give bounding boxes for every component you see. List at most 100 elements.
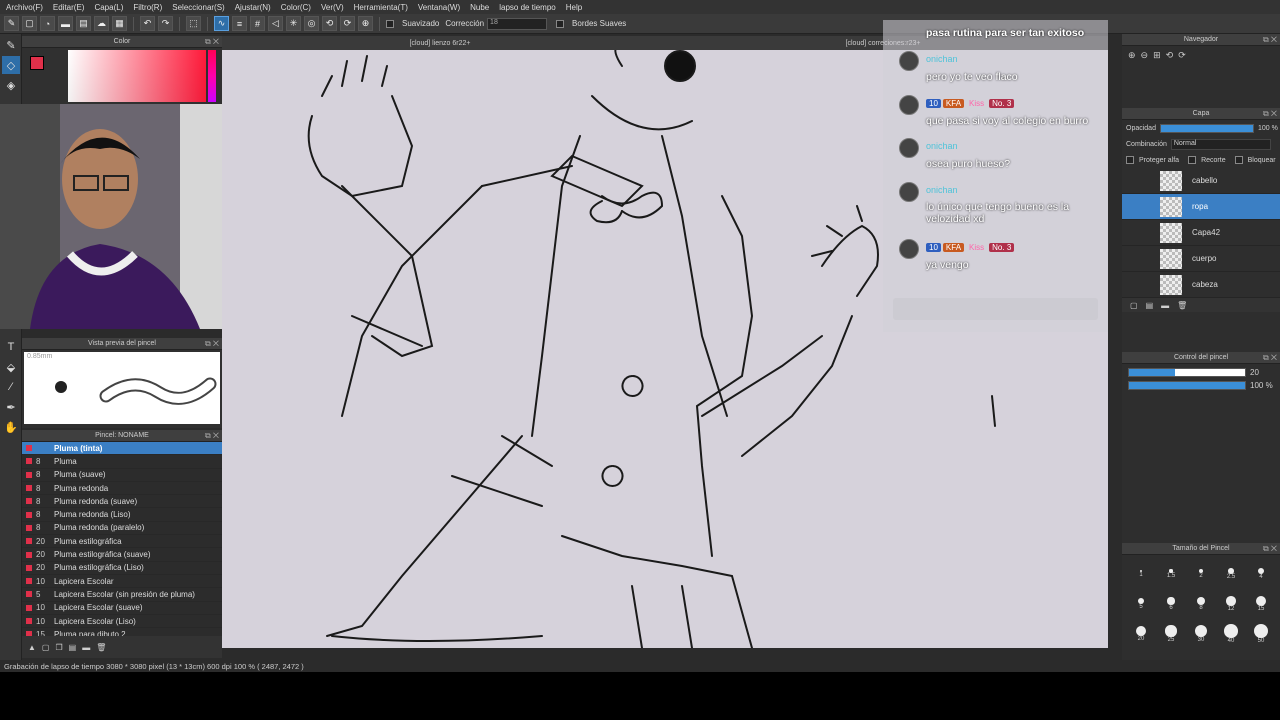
brush-list-item[interactable]: Pluma (tinta) xyxy=(22,442,222,456)
primary-color-swatch[interactable] xyxy=(30,56,44,70)
brush-size-slider[interactable] xyxy=(1128,368,1246,377)
layer-settings-icon[interactable]: ▤ xyxy=(1146,301,1154,310)
rotate-left-icon[interactable]: ⟲ xyxy=(1166,50,1174,104)
print-icon[interactable]: ▤ xyxy=(76,16,91,31)
symmetry-icon[interactable]: ✳ xyxy=(286,16,301,31)
grid-toggle-icon[interactable]: # xyxy=(250,16,265,31)
save-icon[interactable]: ▬ xyxy=(58,16,73,31)
brush-size-preset[interactable]: 1.5 xyxy=(1159,569,1183,579)
brush-list-item[interactable]: 8 Pluma xyxy=(22,455,222,469)
zoom-out-icon[interactable]: ⊖ xyxy=(1141,50,1149,104)
bucket-tool-icon[interactable]: ⬙ xyxy=(2,358,20,376)
select-icon[interactable]: ⬚ xyxy=(186,16,201,31)
undo-icon[interactable]: ↶ xyxy=(140,16,155,31)
settings-icon[interactable]: ▤ xyxy=(69,643,77,652)
new-brush-icon[interactable]: ▢ xyxy=(42,643,50,652)
brush-list-item[interactable]: 20 Pluma estilográfica (suave) xyxy=(22,548,222,562)
menu-item[interactable]: Help xyxy=(566,3,582,12)
brush-size-preset[interactable]: 20 xyxy=(1129,626,1153,642)
pen-tool-icon-2[interactable]: ✒ xyxy=(2,398,20,416)
menu-item[interactable]: Ventana(W) xyxy=(418,3,460,12)
menu-item[interactable]: Capa(L) xyxy=(94,3,123,12)
brush-size-preset[interactable]: 15 xyxy=(1249,595,1273,612)
new-layer-icon[interactable]: ▢ xyxy=(1130,301,1138,310)
circle-ruler-icon[interactable]: ◎ xyxy=(304,16,319,31)
brush-size-preset[interactable]: 2.5 xyxy=(1219,568,1243,580)
brush-list-item[interactable]: 8 Pluma (suave) xyxy=(22,469,222,482)
ruler-icon[interactable]: ≡ xyxy=(232,16,247,31)
brush-list-item[interactable]: 20 Pluma estilográfica xyxy=(22,535,222,549)
layer-row[interactable]: cuerpo xyxy=(1122,246,1280,272)
brush-size-preset[interactable]: 1 xyxy=(1129,570,1153,578)
opacity-slider[interactable] xyxy=(1159,123,1254,133)
brush-list-item[interactable]: 10 Lapicera Escolar xyxy=(22,575,222,589)
menu-item[interactable]: Archivo(F) xyxy=(6,3,43,12)
layer-row[interactable]: Capa42 xyxy=(1122,220,1280,246)
brush-size-preset[interactable]: 25 xyxy=(1159,625,1183,643)
eyedropper-tool-icon[interactable]: ⁄ xyxy=(2,378,20,396)
menu-item[interactable]: Color(C) xyxy=(281,3,311,12)
brush-size-preset[interactable]: 6 xyxy=(1159,597,1183,611)
brush-size-preset[interactable]: 8 xyxy=(1189,596,1213,611)
target-icon[interactable]: ⊕ xyxy=(358,16,373,31)
fit-icon[interactable]: ⊞ xyxy=(1153,50,1161,104)
correction-input[interactable]: 18 xyxy=(487,17,548,30)
curve-icon[interactable]: ∿ xyxy=(214,16,229,31)
chat-input[interactable] xyxy=(893,298,1098,320)
hue-slider[interactable] xyxy=(208,50,216,102)
up-icon[interactable]: ▲ xyxy=(28,643,36,652)
brush-size-preset[interactable]: 30 xyxy=(1189,624,1213,643)
cloud-icon[interactable]: ☁ xyxy=(94,16,109,31)
delete-layer-icon[interactable]: 🗑 xyxy=(1177,301,1187,310)
menu-item[interactable]: Nube xyxy=(470,3,489,12)
brush-opacity-slider[interactable] xyxy=(1128,381,1246,390)
layer-row[interactable]: ropa xyxy=(1122,194,1280,220)
brush-size-preset[interactable]: 2 xyxy=(1189,568,1213,579)
folder-icon[interactable]: ▬ xyxy=(1161,301,1169,310)
brush-list-item[interactable]: 8 Pluma redonda (Liso) xyxy=(22,508,222,522)
lasso-icon[interactable]: ⟲ xyxy=(322,16,337,31)
layer-row[interactable]: cabeza xyxy=(1122,272,1280,298)
blend-mode-select[interactable]: Normal xyxy=(1170,138,1271,150)
menu-item[interactable]: Filtro(R) xyxy=(133,3,162,12)
brush-size-preset[interactable]: 40 xyxy=(1219,624,1243,644)
pen-tool-icon[interactable]: ✎ xyxy=(4,16,19,31)
rotate-right-icon[interactable]: ⟳ xyxy=(1178,50,1186,104)
menu-item[interactable]: Herramienta(T) xyxy=(354,3,408,12)
brush-list-item[interactable]: 8 Pluma redonda (suave) xyxy=(22,495,222,509)
copy-icon[interactable]: ❐ xyxy=(55,643,62,652)
menu-item[interactable]: Ver(V) xyxy=(321,3,344,12)
brush-size-preset[interactable]: 4 xyxy=(1249,567,1273,580)
fill-tool-icon[interactable]: ◈ xyxy=(2,76,20,94)
brush-size-preset[interactable]: 5 xyxy=(1129,598,1153,610)
text-tool-icon[interactable]: T xyxy=(2,338,20,356)
layer-row[interactable]: cabello xyxy=(1122,168,1280,194)
color-picker-area[interactable] xyxy=(68,50,206,102)
smooth-checkbox[interactable] xyxy=(386,19,394,28)
new-file-icon[interactable]: ▢ xyxy=(22,16,37,31)
lock-checkbox[interactable] xyxy=(1234,156,1243,164)
canvas-tab-1[interactable]: [cloud] lienzo 6r22+ xyxy=(410,40,471,47)
brush-size-preset[interactable]: 12 xyxy=(1219,596,1243,612)
brush-list-item[interactable]: 20 Pluma estilográfica (Liso) xyxy=(22,562,222,575)
brush-list-item[interactable]: 5 Lapicera Escolar (sin presión de pluma) xyxy=(22,588,222,602)
protect-alpha-checkbox[interactable] xyxy=(1126,156,1134,164)
menu-item[interactable]: Seleccionar(S) xyxy=(172,3,224,12)
menu-item[interactable]: Editar(E) xyxy=(53,3,85,12)
brush-list-item[interactable]: 8 Pluma redonda xyxy=(22,482,222,496)
brush-list-item[interactable]: 8 Pluma redonda (paralelo) xyxy=(22,522,222,536)
rotate-icon[interactable]: ⟳ xyxy=(340,16,355,31)
brush-list-item[interactable]: 10 Lapicera Escolar (suave) xyxy=(22,602,222,615)
clip-checkbox[interactable] xyxy=(1188,156,1197,164)
brush-size-preset[interactable]: 50 xyxy=(1249,623,1273,644)
soft-edges-checkbox[interactable] xyxy=(556,19,565,28)
eraser-tool-icon[interactable]: ◇ xyxy=(2,56,20,74)
folder-icon[interactable]: ▬ xyxy=(82,643,90,652)
grid-icon[interactable]: ▦ xyxy=(112,16,127,31)
menu-item[interactable]: Ajustar(N) xyxy=(235,3,271,12)
redo-icon[interactable]: ↷ xyxy=(158,16,173,31)
perspective-icon[interactable]: ◁ xyxy=(268,16,283,31)
open-icon[interactable]: ◔ xyxy=(40,16,55,31)
delete-icon[interactable]: 🗑 xyxy=(96,643,106,652)
brush-list-item[interactable]: 10 Lapicera Escolar (Liso) xyxy=(22,615,222,629)
